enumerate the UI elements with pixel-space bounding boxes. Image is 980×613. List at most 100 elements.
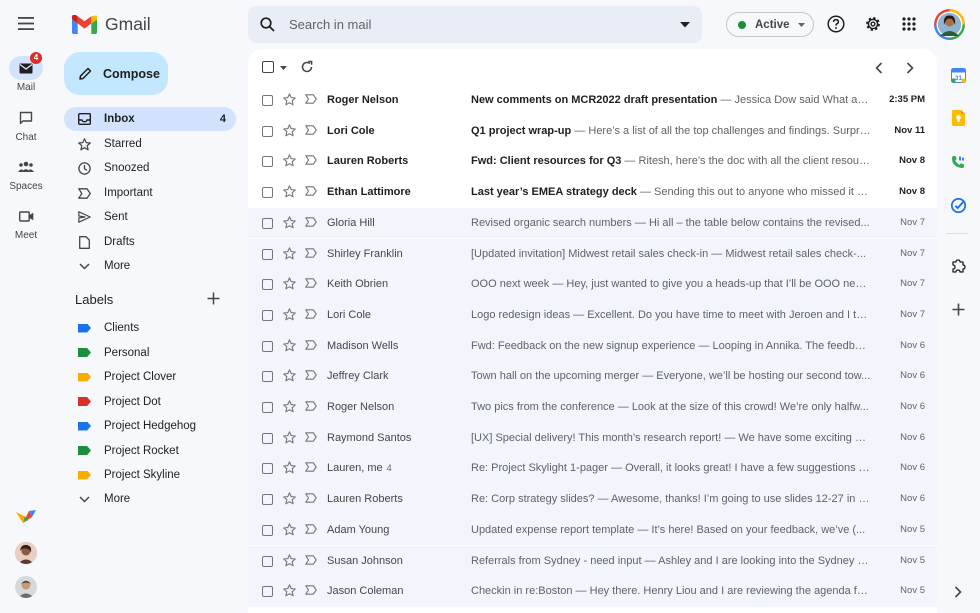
phone-icon[interactable] bbox=[948, 152, 968, 172]
email-row[interactable]: Madison Wells Fwd: Feedback on the new si… bbox=[248, 330, 937, 362]
app-logo-icon[interactable] bbox=[15, 508, 37, 526]
row-checkbox[interactable] bbox=[262, 524, 273, 536]
star-icon[interactable] bbox=[283, 277, 296, 290]
label-item[interactable]: Project Skyline bbox=[64, 463, 236, 487]
show-side-panel-chevron-icon[interactable] bbox=[948, 582, 968, 602]
nav-item-snoozed[interactable]: Snoozed bbox=[64, 156, 236, 180]
email-row[interactable]: Lauren Roberts Fwd: Client resources for … bbox=[248, 146, 937, 177]
nav-item-sent[interactable]: Sent bbox=[64, 205, 236, 229]
row-checkbox[interactable] bbox=[262, 95, 273, 106]
email-row[interactable]: Roger Nelson New comments on MCR2022 draf… bbox=[248, 85, 937, 116]
avatar[interactable] bbox=[15, 542, 37, 564]
refresh-icon[interactable] bbox=[300, 60, 314, 74]
row-checkbox[interactable] bbox=[262, 125, 273, 137]
status-selector[interactable]: Active bbox=[726, 12, 814, 37]
star-icon[interactable] bbox=[283, 369, 296, 382]
star-icon[interactable] bbox=[283, 154, 296, 167]
star-icon[interactable] bbox=[283, 430, 296, 444]
important-marker-icon[interactable] bbox=[305, 585, 317, 595]
important-marker-icon[interactable] bbox=[305, 155, 317, 166]
row-checkbox[interactable] bbox=[262, 432, 273, 444]
star-icon[interactable] bbox=[283, 400, 296, 413]
email-row[interactable]: Lauren Roberts Re: Corp strategy slides? … bbox=[248, 484, 937, 515]
important-marker-icon[interactable] bbox=[305, 401, 317, 411]
email-row[interactable]: Gloria Hill Revised organic search number… bbox=[248, 207, 937, 239]
label-item[interactable]: Clients bbox=[64, 316, 236, 340]
star-icon[interactable] bbox=[283, 461, 296, 474]
row-checkbox[interactable] bbox=[262, 248, 273, 260]
row-checkbox[interactable] bbox=[262, 156, 273, 168]
row-checkbox[interactable] bbox=[262, 279, 273, 291]
rail-meet[interactable]: Meet bbox=[0, 204, 52, 241]
email-row[interactable]: Keith Obrien OOO next week — Hey, just wa… bbox=[248, 269, 937, 300]
row-checkbox[interactable] bbox=[262, 371, 273, 383]
star-icon[interactable] bbox=[283, 123, 296, 137]
email-row[interactable]: Lori Cole Q1 project wrap-up — Here’s a l… bbox=[248, 116, 937, 147]
important-marker-icon[interactable] bbox=[305, 309, 317, 319]
search-icon[interactable] bbox=[260, 17, 275, 32]
email-row[interactable]: Ethan Lattimore Last year’s EMEA strategy… bbox=[248, 177, 937, 208]
star-icon[interactable] bbox=[283, 93, 296, 106]
important-marker-icon[interactable] bbox=[305, 278, 317, 288]
important-marker-icon[interactable] bbox=[305, 94, 317, 104]
keep-notes-icon[interactable] bbox=[948, 108, 968, 128]
email-row[interactable]: Roger Nelson Two pics from the conference… bbox=[248, 392, 937, 423]
label-item[interactable]: Project Rocket bbox=[64, 439, 236, 463]
nav-item-more[interactable]: More bbox=[64, 254, 236, 278]
calendar-icon[interactable]: 31 bbox=[948, 65, 968, 85]
email-row[interactable]: Susan Johnson Referrals from Sydney - nee… bbox=[248, 545, 937, 577]
select-options-caret-icon[interactable] bbox=[280, 66, 287, 70]
email-row[interactable]: Jeffrey Clark Town hall on the upcoming m… bbox=[248, 361, 937, 392]
important-marker-icon[interactable] bbox=[305, 431, 317, 442]
row-checkbox[interactable] bbox=[262, 494, 273, 506]
search-options-icon[interactable] bbox=[680, 21, 690, 28]
get-add-ons-plus-icon[interactable] bbox=[948, 299, 968, 319]
email-row[interactable]: Lauren, me 4 Re: Project Skylight 1-pager … bbox=[248, 453, 937, 485]
labels-more[interactable]: More bbox=[64, 487, 236, 511]
rail-chat[interactable]: Chat bbox=[0, 106, 52, 143]
nav-item-drafts[interactable]: Drafts bbox=[64, 230, 236, 254]
row-checkbox[interactable] bbox=[262, 586, 273, 598]
important-marker-icon[interactable] bbox=[305, 462, 317, 473]
row-checkbox[interactable] bbox=[262, 309, 273, 321]
rail-mail[interactable]: 4 Mail bbox=[0, 52, 52, 93]
star-icon[interactable] bbox=[283, 185, 296, 198]
label-item[interactable]: Project Clover bbox=[64, 365, 236, 389]
important-marker-icon[interactable] bbox=[305, 554, 317, 565]
email-row[interactable]: Lori Cole Logo redesign ideas — Excellent… bbox=[248, 299, 937, 331]
star-icon[interactable] bbox=[283, 216, 296, 229]
add-ons-puzzle-icon[interactable] bbox=[948, 256, 968, 276]
search-input[interactable] bbox=[289, 17, 680, 32]
nav-item-starred[interactable]: Starred bbox=[64, 132, 236, 156]
rail-spaces[interactable]: Spaces bbox=[0, 155, 52, 192]
important-marker-icon[interactable] bbox=[305, 124, 317, 135]
add-label-icon[interactable] bbox=[207, 292, 220, 305]
important-marker-icon[interactable] bbox=[305, 247, 317, 258]
email-row[interactable]: Jason Coleman Checkin in re:Boston — Hey … bbox=[248, 576, 937, 607]
star-icon[interactable] bbox=[283, 246, 296, 260]
label-item[interactable]: Project Hedgehog bbox=[64, 414, 236, 438]
important-marker-icon[interactable] bbox=[305, 186, 317, 196]
star-icon[interactable] bbox=[283, 492, 296, 505]
select-all-checkbox[interactable] bbox=[262, 61, 274, 73]
tasks-icon[interactable] bbox=[948, 195, 968, 215]
star-icon[interactable] bbox=[283, 553, 296, 567]
important-marker-icon[interactable] bbox=[305, 370, 317, 381]
main-menu-icon[interactable] bbox=[18, 17, 34, 30]
row-checkbox[interactable] bbox=[262, 187, 273, 199]
important-marker-icon[interactable] bbox=[305, 339, 317, 350]
star-icon[interactable] bbox=[283, 523, 296, 536]
email-row[interactable]: Shirley Franklin [Updated invitation] Mid… bbox=[248, 238, 937, 270]
label-item[interactable]: Project Dot bbox=[64, 390, 236, 414]
star-icon[interactable] bbox=[283, 584, 296, 597]
important-marker-icon[interactable] bbox=[305, 524, 317, 534]
avatar[interactable] bbox=[15, 576, 37, 598]
newer-page-chevron-left-icon[interactable] bbox=[875, 62, 883, 74]
settings-gear-icon[interactable] bbox=[864, 15, 882, 33]
compose-button[interactable]: Compose bbox=[64, 52, 168, 95]
gmail-logo[interactable]: Gmail bbox=[72, 14, 151, 35]
row-checkbox[interactable] bbox=[262, 463, 273, 475]
row-checkbox[interactable] bbox=[262, 217, 273, 229]
older-page-chevron-right-icon[interactable] bbox=[906, 62, 914, 74]
nav-item-inbox[interactable]: Inbox 4 bbox=[64, 107, 236, 131]
